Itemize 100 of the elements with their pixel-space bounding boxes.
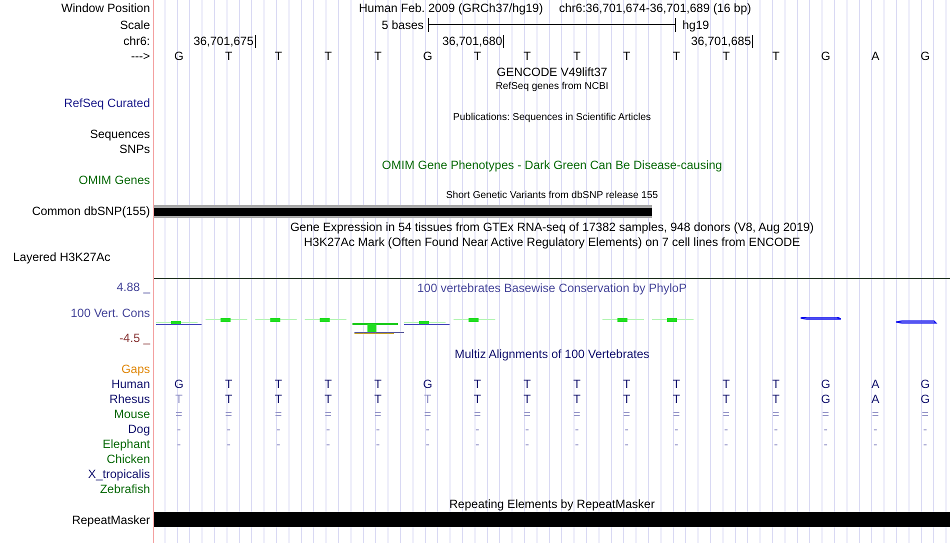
base-letter: =: [474, 407, 481, 421]
base-letter: -: [426, 422, 430, 436]
track-label: 100 Vert. Cons: [70, 306, 150, 320]
base-letter: T: [772, 49, 780, 63]
tick-mark: [503, 34, 504, 48]
base-letter: T: [622, 392, 630, 406]
base-letter: T: [722, 377, 730, 391]
base-letter: T: [374, 392, 382, 406]
track-title: 100 vertebrates Basewise Conservation by PhyloP: [417, 280, 687, 295]
base-letter: T: [672, 49, 680, 63]
base-letter: A: [871, 392, 880, 406]
base-letter: A: [871, 49, 880, 63]
base-letter: T: [474, 49, 482, 63]
tick-mark: [254, 34, 256, 48]
base-letter: T: [224, 377, 232, 391]
base-letter: =: [274, 407, 282, 421]
base-letter: -: [326, 422, 330, 436]
base-letter: T: [622, 49, 630, 63]
base-letter: =: [822, 407, 830, 421]
scale-assembly-text: hg19: [681, 18, 710, 32]
base-letter: T: [274, 392, 282, 406]
base-letter: -: [276, 422, 280, 436]
base-letter: -: [624, 422, 629, 436]
base-letter: G: [820, 377, 830, 391]
base-letter: =: [922, 407, 929, 421]
base-letter: =: [573, 407, 580, 421]
track-label: chr6:: [123, 34, 150, 48]
base-letter: -: [824, 422, 828, 436]
track-title: OMIM Gene Phenotypes - Dark Green Can Be Disease-causing: [382, 158, 722, 172]
base-letter: G: [174, 377, 184, 391]
base-letter: G: [422, 49, 432, 63]
axis-max-label: 4.88 _: [116, 280, 150, 294]
base-letter: T: [672, 377, 680, 391]
track-title: GENCODE V49lift37: [496, 64, 608, 79]
track-title: Gene Expression in 54 tissues from GTEx RNA-seq of 17382 samples, 948 donors (V8, Aug 2019): [290, 220, 814, 234]
base-letter: G: [920, 377, 930, 391]
base-letter: T: [324, 392, 332, 406]
ruler-tick-label: 36,701,680: [442, 34, 502, 48]
track-label: Human: [111, 377, 150, 391]
track-label: Dog: [128, 422, 150, 436]
base-letter: =: [324, 407, 332, 421]
base-letter: T: [224, 49, 232, 63]
base-letter: T: [722, 49, 730, 63]
track-label: Elephant: [102, 437, 150, 451]
ruler-tick-label: 36,701,685: [690, 34, 751, 48]
base-letter: -: [276, 437, 280, 451]
base-letter: =: [872, 407, 879, 421]
base-letter: -: [525, 437, 530, 451]
position-text: chr6:36,701,674-36,701,689 (16 bp): [558, 1, 752, 15]
base-letter: -: [574, 422, 579, 436]
track-label: Gaps: [121, 362, 150, 376]
base-letter: -: [923, 437, 928, 451]
base-letter: T: [772, 392, 780, 406]
base-letter: G: [422, 377, 432, 391]
base-letter: T: [523, 49, 531, 63]
base-letter: =: [672, 407, 680, 421]
track-title: Publications: Sequences in Scientific Articles: [453, 111, 651, 126]
base-letter: T: [424, 392, 432, 406]
base-letter: A: [871, 377, 880, 391]
track-label: --->: [131, 49, 150, 63]
base-letter: -: [774, 437, 778, 451]
assembly-text: Human Feb. 2009 (GRCh37/hg19): [358, 1, 543, 15]
axis-min-label: -4.5 _: [119, 331, 150, 345]
track-label: Rhesus: [109, 392, 150, 406]
base-letter: -: [176, 437, 181, 451]
base-letter: T: [274, 49, 282, 63]
base-letter: =: [623, 407, 630, 421]
base-letter: =: [524, 407, 531, 421]
base-letter: G: [820, 49, 830, 63]
track-title: RefSeq genes from NCBI: [496, 80, 608, 94]
base-letter: -: [674, 422, 678, 436]
base-letter: T: [573, 377, 581, 391]
base-letter: T: [573, 49, 581, 63]
base-letter: -: [426, 437, 430, 451]
base-letter: =: [722, 407, 730, 421]
base-letter: =: [374, 407, 382, 421]
base-letter: -: [475, 422, 480, 436]
base-letter: -: [923, 422, 928, 436]
base-letter: -: [624, 437, 629, 451]
track-label: SNPs: [119, 142, 150, 156]
track-label: OMIM Genes: [78, 173, 150, 188]
base-letter: -: [674, 437, 678, 451]
base-letter: T: [324, 49, 332, 63]
base-letter: T: [374, 49, 382, 63]
base-letter: -: [525, 422, 530, 436]
base-letter: T: [374, 377, 382, 391]
track-label: RefSeq Curated: [64, 96, 150, 110]
track-label: Chicken: [106, 452, 150, 466]
base-letter: =: [772, 407, 780, 421]
track-label: Zebrafish: [100, 482, 150, 496]
base-letter: T: [523, 392, 531, 406]
track-label: Scale: [120, 18, 150, 32]
ruler-tick-label: 36,701,675: [193, 34, 254, 48]
base-letter: T: [224, 392, 232, 406]
base-letter: =: [175, 407, 182, 421]
base-letter: -: [873, 422, 878, 436]
track-label: Mouse: [114, 407, 150, 421]
base-letter: -: [376, 422, 380, 436]
base-letter: T: [324, 377, 332, 391]
base-letter: T: [722, 392, 730, 406]
